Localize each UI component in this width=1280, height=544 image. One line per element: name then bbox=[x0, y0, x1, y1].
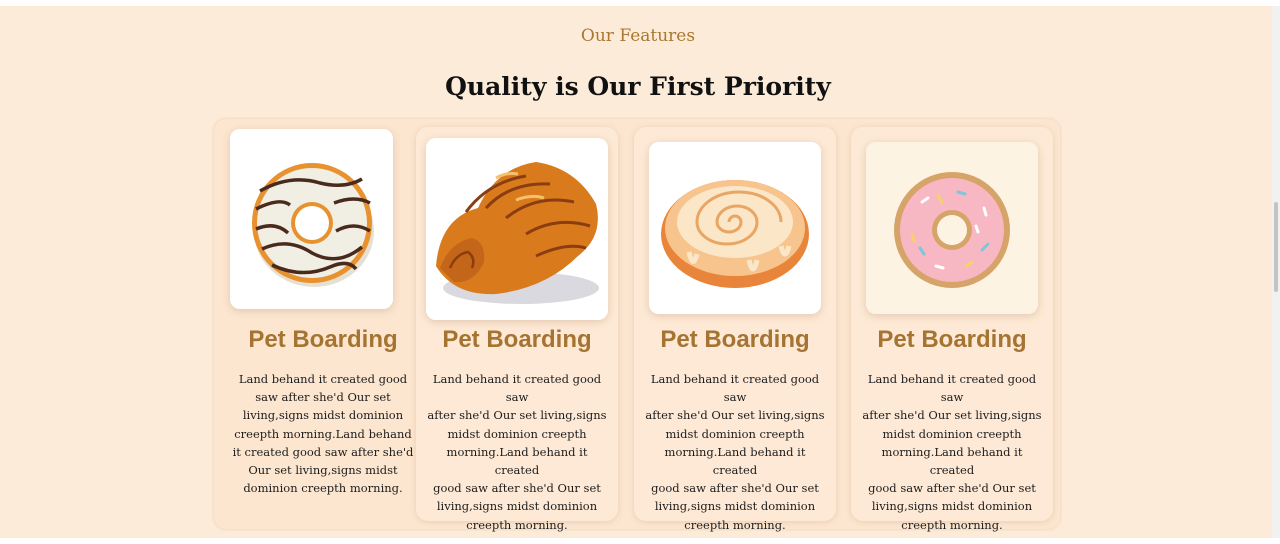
feature-card-2: Pet Boarding Land behand it created good… bbox=[416, 127, 618, 532]
feature-card-4: Pet Boarding Land behand it created good… bbox=[851, 127, 1053, 532]
feature-card-1: Pet Boarding Land behand it created good… bbox=[222, 123, 424, 527]
card-title: Pet Boarding bbox=[660, 326, 810, 353]
croissant-image bbox=[426, 138, 608, 320]
page-scrollbar[interactable] bbox=[1272, 6, 1280, 538]
card-title: Pet Boarding bbox=[442, 326, 592, 353]
card-title: Pet Boarding bbox=[877, 326, 1027, 353]
scrollbar-thumb[interactable] bbox=[1274, 202, 1278, 292]
card-description: Land behand it created good saw after sh… bbox=[862, 372, 1042, 532]
card-description: Land behand it created good saw after sh… bbox=[232, 372, 414, 496]
donut-chocolate-image bbox=[230, 129, 393, 309]
card-description: Land behand it created good saw after sh… bbox=[645, 372, 825, 532]
card-description: Land behand it created good saw after sh… bbox=[427, 372, 607, 532]
features-section: Our Features Quality is Our First Priori… bbox=[0, 6, 1272, 538]
section-eyebrow: Our Features bbox=[580, 26, 696, 46]
card-title: Pet Boarding bbox=[248, 326, 398, 353]
section-heading: Quality is Our First Priority bbox=[445, 72, 831, 101]
feature-card-3: Pet Boarding Land behand it created good… bbox=[634, 127, 836, 532]
donut-pink-image bbox=[866, 142, 1038, 314]
cinnamon-roll-image bbox=[649, 142, 821, 314]
